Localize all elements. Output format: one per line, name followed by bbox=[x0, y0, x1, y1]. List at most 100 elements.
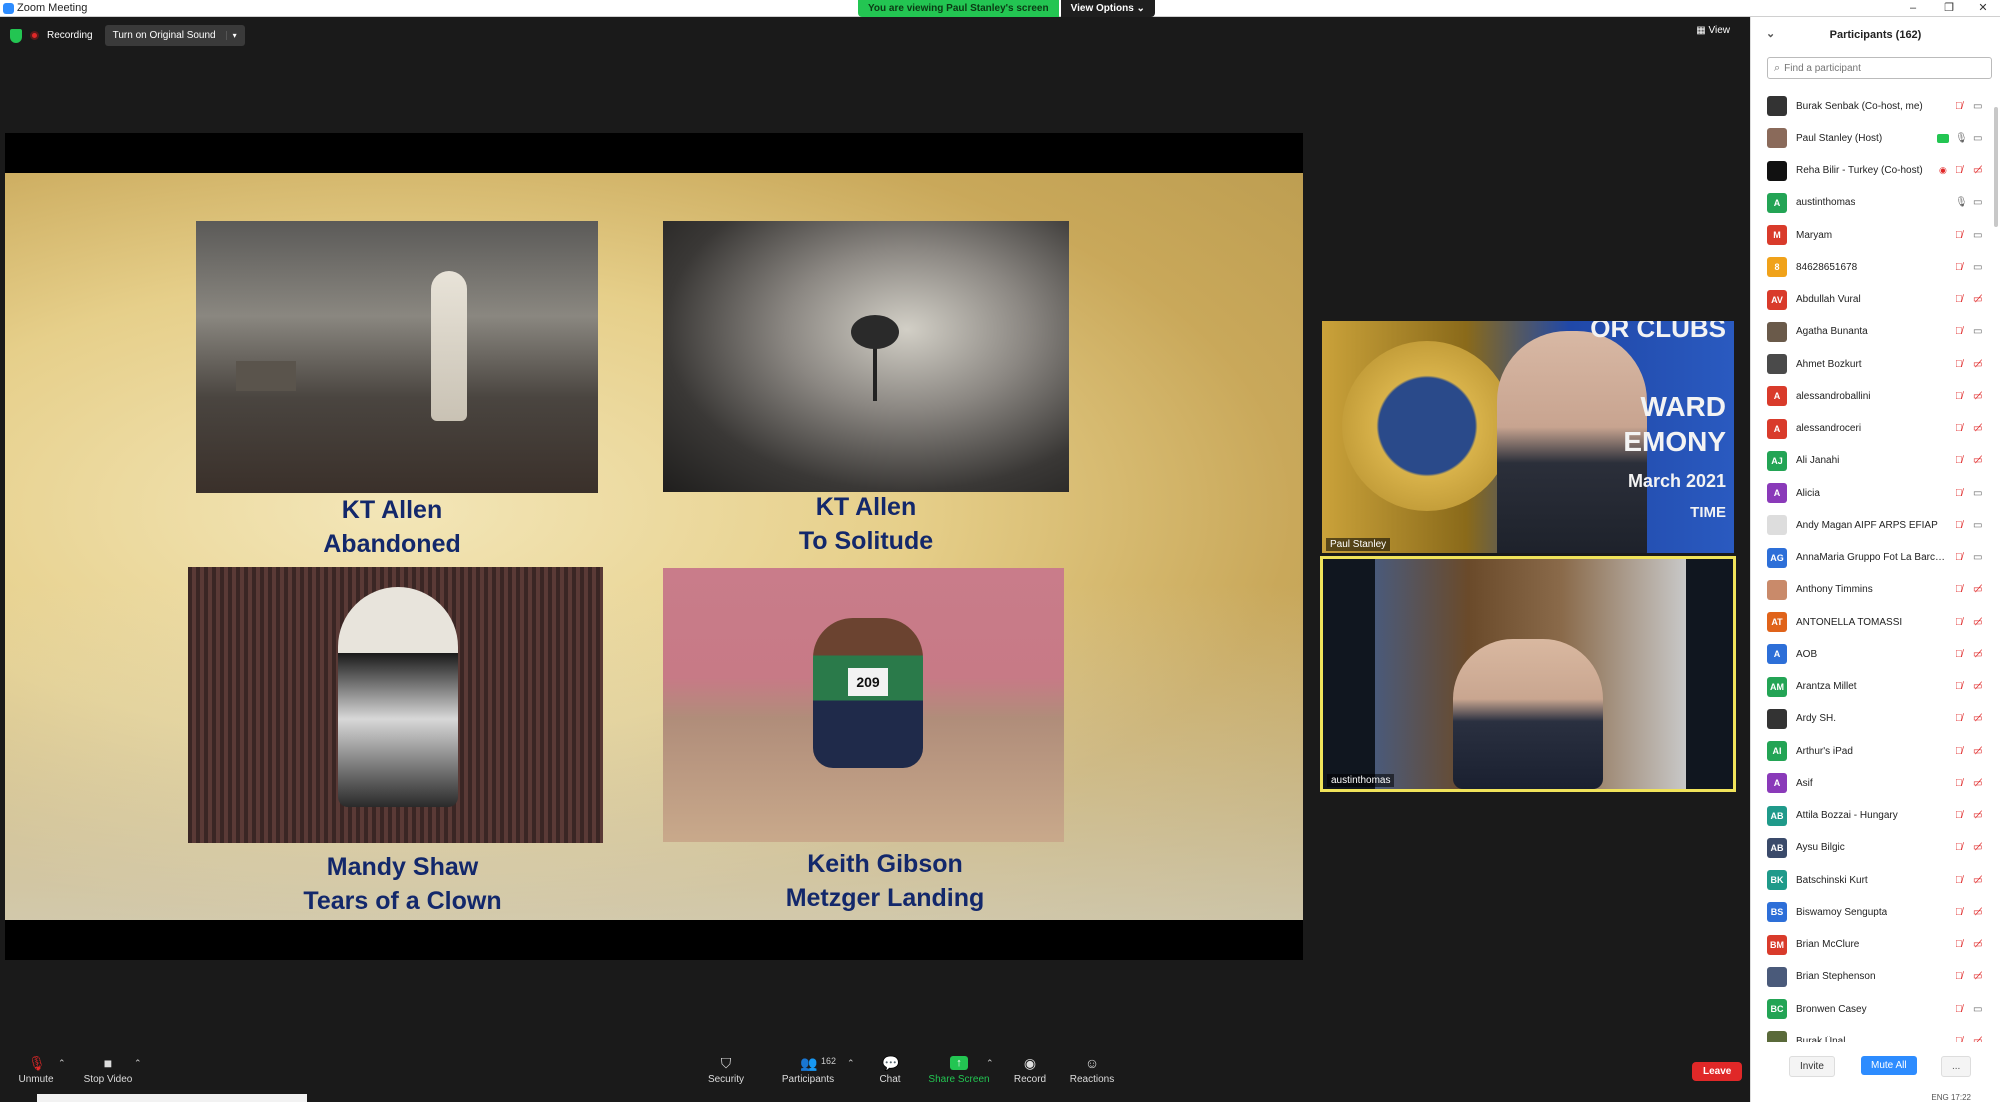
participant-row[interactable]: Andy Magan AIPF ARPS EFIAP 🎙̸ ▭ bbox=[1751, 509, 2000, 541]
video-camera-icon: ■ bbox=[103, 1055, 113, 1071]
mic-muted-icon[interactable]: 🎙̸ bbox=[1955, 584, 1963, 595]
participant-row[interactable]: A AOB 🎙̸ ▭̸ bbox=[1751, 638, 2000, 670]
participant-row[interactable]: Ardy SH. 🎙̸ ▭̸ bbox=[1751, 703, 2000, 735]
mic-muted-icon[interactable]: 🎙̸ bbox=[1955, 746, 1963, 757]
encryption-shield-icon[interactable] bbox=[10, 28, 22, 43]
mic-muted-icon[interactable]: 🎙̸ bbox=[1955, 520, 1963, 531]
participant-row[interactable]: Ahmet Bozkurt 🎙̸ ▭̸ bbox=[1751, 348, 2000, 380]
participant-row[interactable]: Paul Stanley (Host) 🎙 ▭ bbox=[1751, 122, 2000, 154]
participant-avatar bbox=[1767, 160, 1787, 181]
mic-muted-icon[interactable]: 🎙̸ bbox=[1955, 294, 1963, 305]
participants-footer: Invite Mute All ... ENG 17:22 bbox=[1751, 1042, 2000, 1102]
mic-muted-icon[interactable]: 🎙̸ bbox=[1955, 875, 1963, 886]
mic-muted-icon[interactable]: 🎙̸ bbox=[1955, 165, 1963, 176]
mic-muted-icon[interactable]: 🎙̸ bbox=[1955, 842, 1963, 853]
mic-muted-icon[interactable]: 🎙̸ bbox=[1955, 488, 1963, 499]
participant-row[interactable]: Aalessandroceri 🎙̸ ▭̸ bbox=[1751, 413, 2000, 445]
participant-row[interactable]: AT ANTONELLA TOMASSI 🎙̸ ▭̸ bbox=[1751, 606, 2000, 638]
restore-button[interactable]: ❐ bbox=[1934, 0, 1964, 17]
participant-row[interactable]: AV Abdullah Vural 🎙̸ ▭̸ bbox=[1751, 284, 2000, 316]
participant-row[interactable]: BS Biswamoy Sengupta 🎙̸ ▭̸ bbox=[1751, 896, 2000, 928]
invite-button[interactable]: Invite bbox=[1789, 1056, 1835, 1077]
participant-list-scrollbar[interactable] bbox=[1994, 107, 1998, 227]
participants-button[interactable]: 👥 162 Participants bbox=[763, 1056, 853, 1085]
camera-on-icon: ▭ bbox=[1973, 197, 1983, 209]
mic-muted-icon[interactable]: 🎙̸ bbox=[1955, 101, 1963, 112]
camera-off-icon: ▭̸ bbox=[1973, 939, 1983, 951]
more-options-button[interactable]: ... bbox=[1941, 1056, 1972, 1077]
participant-row[interactable]: BK Batschinski Kurt 🎙̸ ▭̸ bbox=[1751, 864, 2000, 896]
participant-avatar: AG bbox=[1767, 547, 1787, 568]
leave-button[interactable]: Leave bbox=[1692, 1062, 1743, 1081]
share-screen-icon: ↑ bbox=[950, 1056, 968, 1070]
close-button[interactable]: ✕ bbox=[1968, 0, 1998, 17]
participant-row[interactable]: AM Arantza Millet 🎙̸ ▭̸ bbox=[1751, 671, 2000, 703]
mic-muted-icon[interactable]: 🎙̸ bbox=[1955, 778, 1963, 789]
participant-row[interactable]: Reha Bilir - Turkey (Co-host) ◉ 🎙̸ ▭̸ bbox=[1751, 155, 2000, 187]
participant-row[interactable]: M Maryam 🎙̸ ▭ bbox=[1751, 219, 2000, 251]
collapse-panel-chevron-icon[interactable]: ⌄ bbox=[1766, 27, 1775, 40]
mic-muted-icon[interactable]: 🎙̸ bbox=[1955, 326, 1963, 337]
participant-row[interactable]: AG AnnaMaria Gruppo Fot La Barch... 🎙̸ ▭ bbox=[1751, 542, 2000, 574]
participant-row[interactable]: Aalessandroballini 🎙̸ ▭̸ bbox=[1751, 380, 2000, 412]
security-button[interactable]: ⛉ Security bbox=[681, 1056, 771, 1085]
mic-muted-icon[interactable]: 🎙̸ bbox=[1955, 810, 1963, 821]
participant-avatar: A bbox=[1767, 192, 1787, 213]
original-sound-button[interactable]: Turn on Original Sound ▾ bbox=[104, 25, 245, 46]
participant-row[interactable]: Burak Senbak (Co-host, me) 🎙̸ ▭ bbox=[1751, 90, 2000, 122]
mic-on-icon[interactable]: 🎙 bbox=[1955, 197, 1968, 208]
original-sound-caret-icon[interactable]: ▾ bbox=[225, 31, 237, 40]
mic-muted-icon[interactable]: 🎙̸ bbox=[1955, 230, 1963, 241]
participant-avatar bbox=[1767, 579, 1787, 600]
mic-muted-icon[interactable]: 🎙̸ bbox=[1955, 391, 1963, 402]
participant-row[interactable]: A Alicia 🎙̸ ▭ bbox=[1751, 477, 2000, 509]
participant-name: Agatha Bunanta bbox=[1796, 326, 1868, 338]
participant-avatar: A bbox=[1767, 418, 1787, 439]
mic-muted-icon[interactable]: 🎙̸ bbox=[1955, 939, 1963, 950]
participant-row[interactable]: AJ Ali Janahi 🎙̸ ▭̸ bbox=[1751, 445, 2000, 477]
mic-muted-icon[interactable]: 🎙̸ bbox=[1955, 262, 1963, 273]
participants-count: 162 bbox=[821, 1056, 837, 1066]
mic-muted-icon[interactable]: 🎙̸ bbox=[1955, 649, 1963, 660]
view-options-button[interactable]: View Options ⌄ bbox=[1060, 0, 1155, 17]
participant-row[interactable]: Agatha Bunanta 🎙̸ ▭ bbox=[1751, 316, 2000, 348]
bg-text-4: March 2021 bbox=[1627, 471, 1726, 491]
participant-row[interactable]: 8 84628651678 🎙̸ ▭ bbox=[1751, 251, 2000, 283]
mic-muted-icon[interactable]: 🎙̸ bbox=[1955, 907, 1963, 918]
participant-avatar: AM bbox=[1767, 676, 1787, 697]
participant-row[interactable]: Aaustinthomas 🎙 ▭ bbox=[1751, 187, 2000, 219]
participant-row[interactable]: BM Brian McClure 🎙̸ ▭̸ bbox=[1751, 929, 2000, 961]
camera-off-icon: ▭̸ bbox=[1973, 971, 1983, 983]
video-tile-austinthomas[interactable]: austinthomas bbox=[1320, 556, 1736, 792]
mic-muted-icon[interactable]: 🎙̸ bbox=[1955, 552, 1963, 563]
video-person-shape bbox=[1453, 639, 1603, 789]
participant-row[interactable]: AB Aysu Bilgic 🎙̸ ▭̸ bbox=[1751, 832, 2000, 864]
participant-row[interactable]: AI Arthur's iPad 🎙̸ ▭̸ bbox=[1751, 735, 2000, 767]
participant-row[interactable]: AB Attila Bozzai - Hungary 🎙̸ ▭̸ bbox=[1751, 800, 2000, 832]
record-label: Record bbox=[1013, 1074, 1047, 1085]
mic-muted-icon[interactable]: 🎙̸ bbox=[1955, 423, 1963, 434]
mic-on-icon[interactable]: 🎙 bbox=[1955, 133, 1968, 144]
participant-row[interactable]: BC Bronwen Casey 🎙̸ ▭ bbox=[1751, 993, 2000, 1025]
camera-off-icon: ▭̸ bbox=[1973, 294, 1983, 306]
mic-muted-icon[interactable]: 🎙̸ bbox=[1955, 455, 1963, 466]
mic-muted-icon[interactable]: 🎙̸ bbox=[1955, 971, 1963, 982]
mute-all-button[interactable]: Mute All bbox=[1861, 1056, 1917, 1075]
video-tile-paul-stanley[interactable]: OR CLUBS WARD EMONY March 2021 TIME Paul… bbox=[1322, 321, 1734, 553]
participant-row[interactable]: Brian Stephenson 🎙̸ ▭̸ bbox=[1751, 961, 2000, 993]
participant-row[interactable]: Anthony Timmins 🎙̸ ▭̸ bbox=[1751, 574, 2000, 606]
mic-muted-icon[interactable]: 🎙̸ bbox=[1955, 713, 1963, 724]
video-options-caret-icon[interactable]: ⌃ bbox=[134, 1058, 142, 1069]
view-layout-button[interactable]: ▦ View bbox=[1696, 25, 1730, 36]
participant-search-input[interactable] bbox=[1784, 62, 1965, 74]
participant-name: Arthur's iPad bbox=[1796, 745, 1853, 757]
mic-muted-icon[interactable]: 🎙̸ bbox=[1955, 681, 1963, 692]
mic-muted-icon[interactable]: 🎙̸ bbox=[1955, 1004, 1963, 1015]
participant-name: Biswamoy Sengupta bbox=[1796, 906, 1888, 918]
reactions-button[interactable]: ☺ Reactions bbox=[1047, 1056, 1137, 1085]
participant-row[interactable]: A Asif 🎙̸ ▭̸ bbox=[1751, 767, 2000, 799]
participant-avatar bbox=[1767, 708, 1787, 729]
minimize-button[interactable]: – bbox=[1898, 0, 1928, 17]
mic-muted-icon[interactable]: 🎙̸ bbox=[1955, 359, 1963, 370]
mic-muted-icon[interactable]: 🎙̸ bbox=[1955, 617, 1963, 628]
